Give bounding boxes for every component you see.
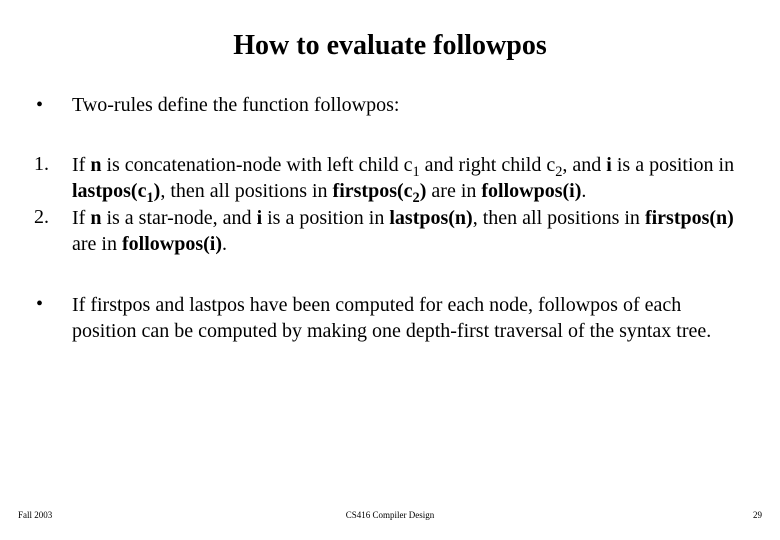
- footer: Fall 2003 CS416 Compiler Design 29: [0, 510, 780, 520]
- rule-1: 1. If n is concatenation-node with left …: [30, 153, 750, 204]
- footer-center: CS416 Compiler Design: [346, 510, 435, 520]
- rule-1-marker: 1.: [30, 153, 72, 204]
- rules-list: 1. If n is concatenation-node with left …: [30, 153, 750, 257]
- bullet-marker: •: [36, 94, 72, 117]
- footer-right: 29: [753, 510, 762, 520]
- note-bullet: • If firstpos and lastpos have been comp…: [36, 293, 750, 344]
- bullet-marker: •: [36, 293, 72, 344]
- rule-1-text: If n is concatenation-node with left chi…: [72, 153, 750, 204]
- intro-text: Two-rules define the function followpos:: [72, 94, 399, 117]
- rule-2: 2. If n is a star-node, and i is a posit…: [30, 206, 750, 257]
- intro-bullet: • Two-rules define the function followpo…: [36, 94, 750, 117]
- footer-left: Fall 2003: [18, 510, 52, 520]
- note-text: If firstpos and lastpos have been comput…: [72, 293, 750, 344]
- page-title: How to evaluate followpos: [30, 30, 750, 62]
- rule-2-text: If n is a star-node, and i is a position…: [72, 206, 750, 257]
- rule-2-marker: 2.: [30, 206, 72, 257]
